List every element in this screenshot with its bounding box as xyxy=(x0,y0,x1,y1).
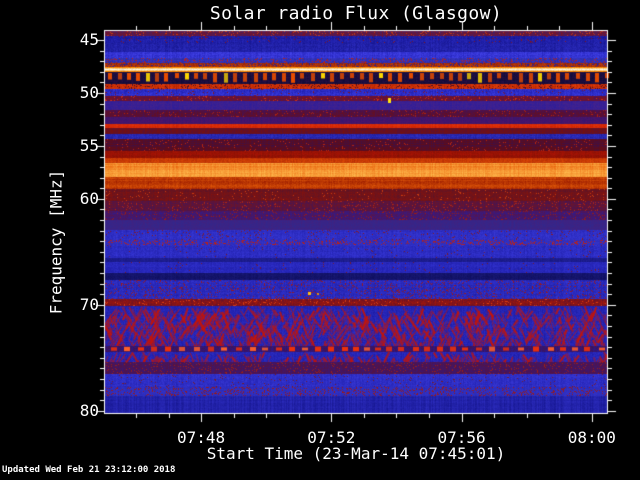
y-tick-label: 70 xyxy=(79,294,99,314)
spectrogram-page: { "page": { "background": "#000000", "te… xyxy=(0,0,640,480)
x-tick-label: 08:00 xyxy=(567,428,616,447)
y-tick-label: 50 xyxy=(79,82,99,102)
chart-title: Solar radio Flux (Glasgow) xyxy=(209,3,503,24)
y-tick-label: 45 xyxy=(79,29,99,49)
x-axis-label: Start Time (23-Mar-14 07:45:01) xyxy=(206,444,506,463)
updated-timestamp: Updated Wed Feb 21 23:12:00 2018 xyxy=(2,465,176,475)
y-tick-label: 60 xyxy=(79,188,99,208)
y-tick-label: 80 xyxy=(79,400,99,420)
y-tick-label: 55 xyxy=(79,135,99,155)
